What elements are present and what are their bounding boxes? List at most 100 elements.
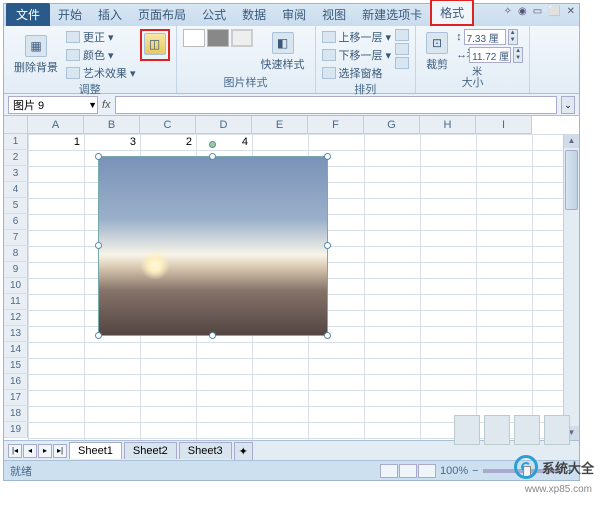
column-header[interactable]: H [420, 116, 476, 134]
align-button[interactable] [395, 29, 409, 41]
inserted-picture[interactable] [98, 156, 328, 336]
cell-grid[interactable]: 1 3 2 4 [28, 134, 563, 440]
row-header[interactable]: 14 [4, 342, 28, 358]
sheet-nav-prev[interactable]: ◂ [23, 444, 37, 458]
cell[interactable]: 4 [196, 134, 252, 150]
corrections-button[interactable]: 更正 ▾ [66, 29, 136, 45]
style-thumb[interactable] [231, 29, 253, 47]
column-header[interactable]: D [196, 116, 252, 134]
formula-expand[interactable]: ⌄ [561, 96, 575, 114]
color-button[interactable]: 颜色 ▾ [66, 47, 136, 63]
row-header[interactable]: 17 [4, 390, 28, 406]
resize-handle-se[interactable] [324, 332, 331, 339]
help-icon[interactable]: ✧ [504, 6, 512, 17]
rotate-handle[interactable] [209, 141, 216, 148]
cell[interactable]: 3 [84, 134, 140, 150]
column-header[interactable]: I [476, 116, 532, 134]
row-header[interactable]: 10 [4, 278, 28, 294]
effects-button[interactable]: 艺术效果 ▾ [66, 65, 136, 81]
row-header[interactable]: 16 [4, 374, 28, 390]
sheet-tab[interactable]: Sheet1 [69, 442, 122, 459]
bring-forward-button[interactable]: 上移一层 ▾ [322, 29, 392, 45]
resize-handle-sw[interactable] [95, 332, 102, 339]
row-header[interactable]: 15 [4, 358, 28, 374]
sheet-tab[interactable]: Sheet2 [124, 442, 177, 459]
maximize-icon[interactable]: ⬜ [548, 6, 560, 17]
row-header[interactable]: 7 [4, 230, 28, 246]
resize-handle-n[interactable] [209, 153, 216, 160]
tab-file[interactable]: 文件 [6, 3, 50, 26]
tab-home[interactable]: 开始 [50, 3, 90, 26]
vertical-scrollbar[interactable] [563, 134, 579, 440]
row-header[interactable]: 6 [4, 214, 28, 230]
compress-picture-button[interactable]: ◫ [140, 29, 170, 61]
sheet-nav-next[interactable]: ▸ [38, 444, 52, 458]
row-header[interactable]: 2 [4, 150, 28, 166]
view-layout[interactable] [399, 464, 417, 478]
tab-view[interactable]: 视图 [314, 3, 354, 26]
width-value[interactable]: 11.72 厘米 [469, 47, 511, 63]
width-spinner[interactable]: ▲▼ [513, 47, 523, 63]
zoom-out[interactable]: − [472, 465, 478, 477]
resize-handle-e[interactable] [324, 242, 331, 249]
tab-formula[interactable]: 公式 [194, 3, 234, 26]
row-header[interactable]: 8 [4, 246, 28, 262]
resize-handle-w[interactable] [95, 242, 102, 249]
fx-label[interactable]: fx [102, 99, 111, 111]
ribbon-minimize-icon[interactable]: ◉ [518, 6, 527, 17]
sheet-nav-first[interactable]: |◂ [8, 444, 22, 458]
tab-new[interactable]: 新建选项卡 [354, 3, 430, 26]
height-field[interactable]: ↕ 7.33 厘米 ▲▼ [456, 29, 523, 45]
rotate-button[interactable] [395, 57, 409, 69]
height-value[interactable]: 7.33 厘米 [464, 29, 506, 45]
width-field[interactable]: ↔ 11.72 厘米 ▲▼ [456, 47, 523, 63]
select-all-corner[interactable] [4, 116, 28, 134]
style-thumb[interactable] [207, 29, 229, 47]
tab-data[interactable]: 数据 [234, 3, 274, 26]
crop-button[interactable]: ⊡ 裁剪 [422, 29, 452, 74]
view-pagebreak[interactable] [418, 464, 436, 478]
tab-review[interactable]: 审阅 [274, 3, 314, 26]
scrollbar-thumb[interactable] [565, 150, 578, 210]
row-header[interactable]: 18 [4, 406, 28, 422]
formula-input[interactable] [115, 96, 557, 114]
name-box[interactable]: 图片 9 ▼ [8, 96, 98, 114]
tab-format[interactable]: 格式 [430, 0, 474, 26]
selection-pane-button[interactable]: 选择窗格 [322, 65, 392, 81]
column-header[interactable]: B [84, 116, 140, 134]
row-header[interactable]: 1 [4, 134, 28, 150]
group-button[interactable] [395, 43, 409, 55]
row-header[interactable]: 5 [4, 198, 28, 214]
row-header[interactable]: 13 [4, 326, 28, 342]
resize-handle-ne[interactable] [324, 153, 331, 160]
resize-handle-s[interactable] [209, 332, 216, 339]
cell[interactable]: 2 [140, 134, 196, 150]
column-header[interactable]: F [308, 116, 364, 134]
view-normal[interactable] [380, 464, 398, 478]
remove-bg-button[interactable]: ▦ 删除背景 [10, 29, 62, 81]
column-header[interactable]: C [140, 116, 196, 134]
column-header[interactable]: E [252, 116, 308, 134]
sheet-tab[interactable]: Sheet3 [179, 442, 232, 459]
close-icon[interactable]: ✕ [567, 6, 575, 17]
row-header[interactable]: 9 [4, 262, 28, 278]
height-spinner[interactable]: ▲▼ [508, 29, 518, 45]
row-header[interactable]: 3 [4, 166, 28, 182]
row-header[interactable]: 4 [4, 182, 28, 198]
minimize-icon[interactable]: ▭ [533, 6, 542, 17]
cell[interactable]: 1 [28, 134, 84, 150]
resize-handle-nw[interactable] [95, 153, 102, 160]
row-header[interactable]: 19 [4, 422, 28, 438]
tab-layout[interactable]: 页面布局 [130, 3, 194, 26]
style-gallery[interactable] [183, 29, 253, 74]
send-backward-button[interactable]: 下移一层 ▾ [322, 47, 392, 63]
style-thumb[interactable] [183, 29, 205, 47]
quick-styles-button[interactable]: ◧ 快速样式 [257, 29, 309, 74]
column-header[interactable]: G [364, 116, 420, 134]
column-header[interactable]: A [28, 116, 84, 134]
row-header[interactable]: 12 [4, 310, 28, 326]
zoom-level[interactable]: 100% [440, 465, 468, 477]
new-sheet-button[interactable]: ✦ [234, 442, 253, 460]
sheet-nav-last[interactable]: ▸| [53, 444, 67, 458]
row-header[interactable]: 11 [4, 294, 28, 310]
